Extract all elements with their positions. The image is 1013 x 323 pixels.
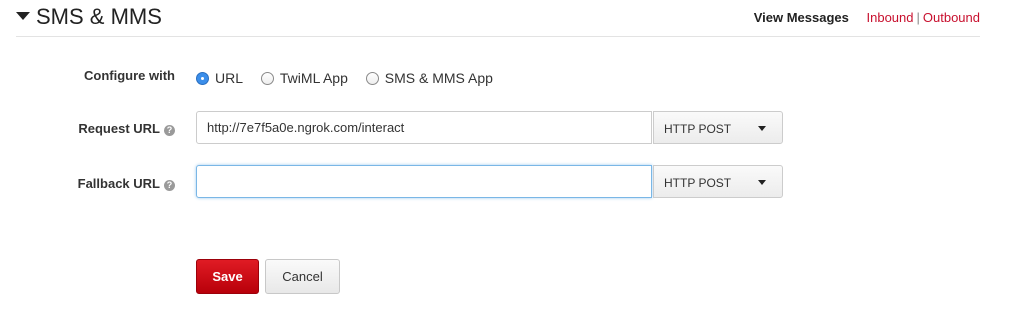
save-button[interactable]: Save [196, 259, 259, 294]
help-icon[interactable]: ? [164, 180, 175, 191]
radio-sms-mms-app[interactable] [365, 71, 379, 85]
fallback-method-value: HTTP POST [664, 176, 732, 190]
configure-with-text: Configure with [84, 68, 175, 83]
radio-option-sms-mms-app[interactable]: SMS & MMS App [365, 70, 493, 86]
request-url-input[interactable] [196, 111, 652, 144]
link-separator: | [916, 10, 920, 25]
radio-url-label: URL [215, 70, 244, 86]
radio-option-twiml-app[interactable]: TwiML App [260, 70, 348, 86]
configure-with-label: Configure with [84, 68, 175, 83]
section-title: SMS & MMS [36, 4, 162, 29]
fallback-url-input[interactable] [196, 165, 652, 198]
help-icon[interactable]: ? [164, 125, 175, 136]
outbound-link[interactable]: Outbound [923, 10, 980, 25]
inbound-link[interactable]: Inbound [867, 10, 914, 25]
request-url-text: Request URL [78, 121, 160, 136]
fallback-url-text: Fallback URL [77, 176, 160, 191]
request-url-label: Request URL? [78, 121, 175, 136]
configure-radio-group: URL TwiML App SMS & MMS App [196, 70, 507, 88]
caret-down-icon [758, 180, 766, 185]
header-links: View Messages Inbound | Outbound [754, 10, 980, 25]
caret-down-icon [758, 126, 766, 131]
fallback-url-label: Fallback URL? [78, 176, 175, 191]
radio-url[interactable] [196, 71, 209, 85]
radio-twiml-app-label: TwiML App [279, 70, 348, 86]
fallback-method-select[interactable]: HTTP POST [653, 165, 783, 198]
request-method-select[interactable]: HTTP POST [653, 111, 783, 144]
view-messages-label: View Messages [753, 10, 849, 25]
section-header: SMS & MMS View Messages Inbound | Outbound [16, 0, 980, 37]
cancel-button[interactable]: Cancel [265, 259, 340, 294]
collapse-caret-icon[interactable] [16, 12, 30, 20]
radio-option-url[interactable]: URL [196, 70, 243, 86]
request-method-value: HTTP POST [664, 122, 732, 136]
radio-sms-mms-app-label: SMS & MMS App [384, 70, 493, 86]
radio-twiml-app[interactable] [260, 71, 274, 85]
